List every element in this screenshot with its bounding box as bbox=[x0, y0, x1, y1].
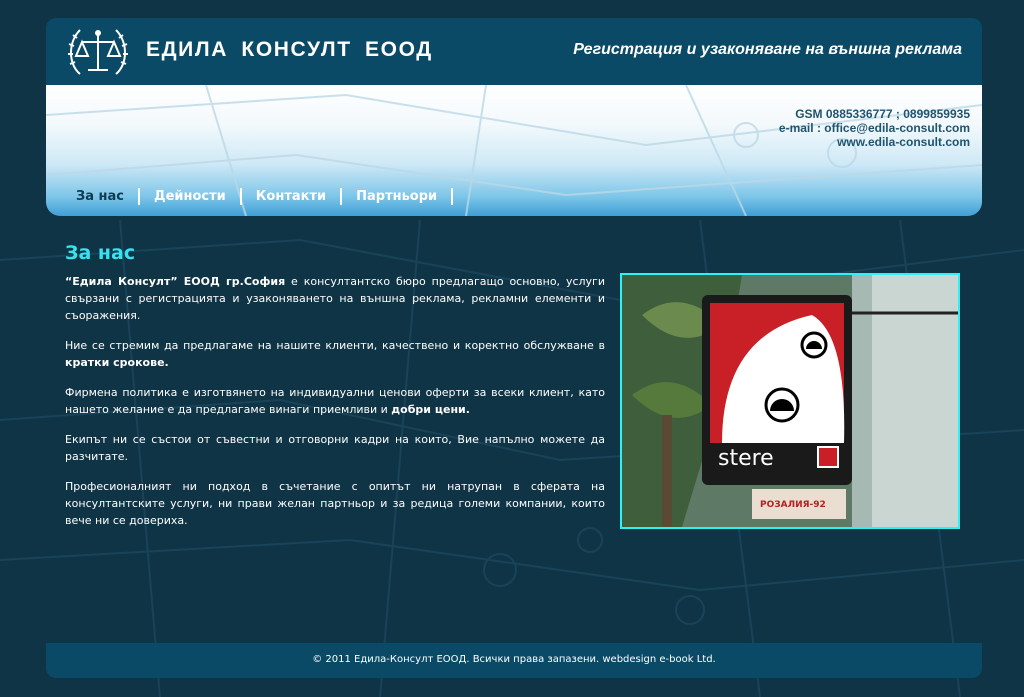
paragraph-approach: Професионалният ни подход в съчетание с … bbox=[65, 480, 605, 527]
sub-sign-text: РОЗАЛИЯ-92 bbox=[760, 500, 826, 510]
pricing-bold: добри цени. bbox=[391, 403, 470, 416]
about-content: “Едила Консулт” ЕООД гр.София е консулта… bbox=[65, 273, 605, 542]
header-bar: ЕДИЛА КОНСУЛТ ЕООД Регистрация и узаконя… bbox=[46, 18, 982, 85]
stereo-sign-photo: stere РОЗАЛИЯ-92 bbox=[620, 273, 960, 529]
service-text: Ние се стремим да предлагаме на нашите к… bbox=[65, 339, 605, 352]
website-text[interactable]: www.edila-consult.com bbox=[779, 135, 970, 149]
nav-separator bbox=[451, 187, 454, 205]
nav-item-about[interactable]: За нас bbox=[62, 189, 138, 204]
page-title: За нас bbox=[65, 242, 136, 264]
service-bold: кратки срокове. bbox=[65, 356, 169, 369]
nav-item-activities[interactable]: Дейности bbox=[140, 189, 240, 204]
page-container: ЕДИЛА КОНСУЛТ ЕООД Регистрация и узаконя… bbox=[46, 18, 982, 678]
header-banner: GSM 0885336777 ; 0899859935 e-mail : off… bbox=[46, 85, 982, 216]
paragraph-service: Ние се стремим да предлагаме на нашите к… bbox=[65, 337, 605, 371]
contact-block: GSM 0885336777 ; 0899859935 e-mail : off… bbox=[779, 107, 970, 149]
paragraph-team: Екипът ни се състои от съвестни и отгово… bbox=[65, 433, 605, 463]
paragraph-pricing: Фирмена политика е изготвянето на индиви… bbox=[65, 384, 605, 418]
photo-illustration: stere РОЗАЛИЯ-92 bbox=[622, 275, 958, 527]
nav-item-partners[interactable]: Партньори bbox=[342, 189, 451, 204]
sign-text: stere bbox=[718, 446, 774, 471]
tagline: Регистрация и узаконяване на външна рекл… bbox=[573, 41, 962, 58]
gsm-text: GSM 0885336777 ; 0899859935 bbox=[795, 107, 970, 121]
footer-bar: © 2011 Едила-Консулт ЕООД. Всички права … bbox=[46, 643, 982, 678]
pricing-text: Фирмена политика е изготвянето на индиви… bbox=[65, 386, 605, 416]
main-nav: За нас Дейности Контакти Партньори bbox=[62, 185, 454, 207]
nav-item-contacts[interactable]: Контакти bbox=[242, 189, 340, 204]
paragraph-intro: “Едила Консулт” ЕООД гр.София е консулта… bbox=[65, 273, 605, 324]
scales-laurel-icon bbox=[68, 29, 128, 75]
company-name: ЕДИЛА КОНСУЛТ ЕООД bbox=[146, 38, 433, 61]
company-bold: “Едила Консулт” ЕООД гр.София bbox=[65, 275, 286, 288]
footer-text: © 2011 Едила-Консулт ЕООД. Всички права … bbox=[312, 654, 716, 665]
email-text[interactable]: e-mail : office@edila-consult.com bbox=[779, 121, 970, 135]
